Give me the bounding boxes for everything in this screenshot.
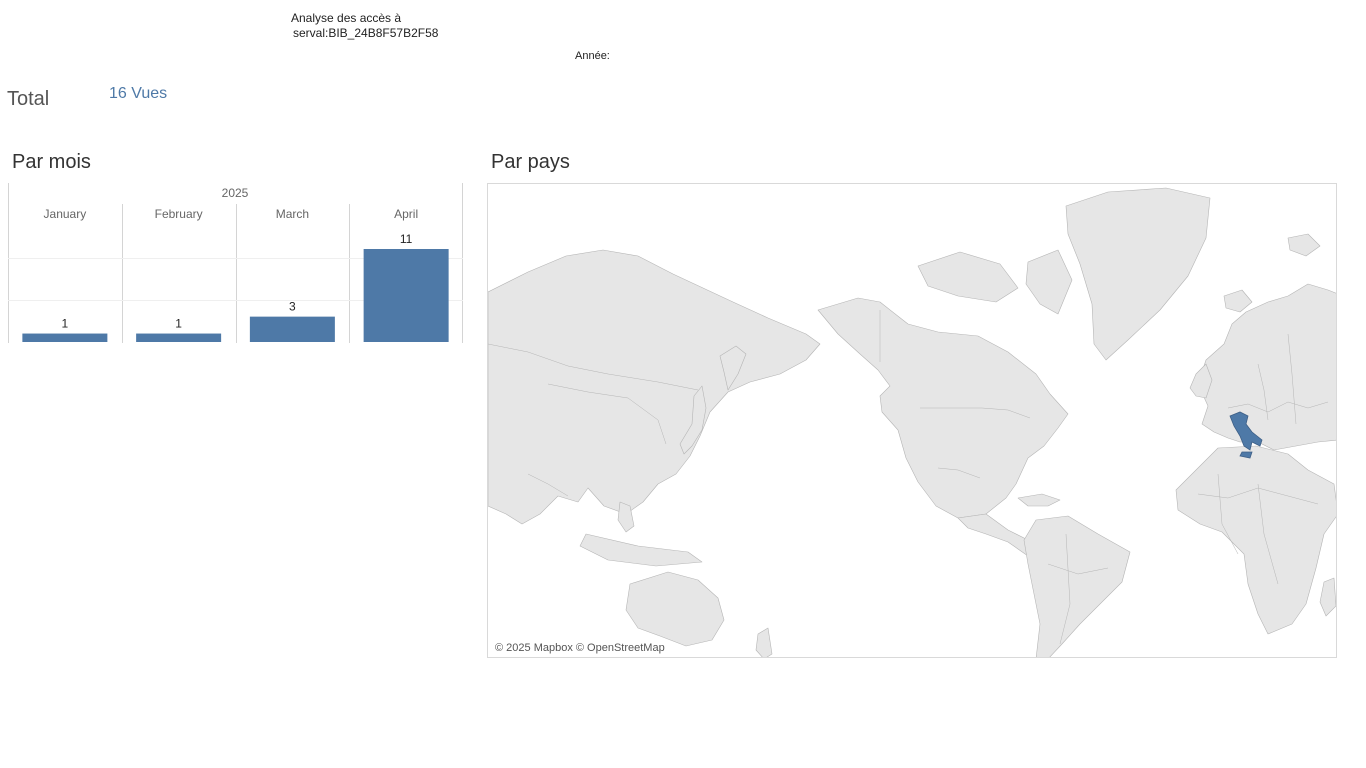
baffin-island xyxy=(1025,249,1073,315)
month-label-march: March xyxy=(276,207,309,221)
bar-april[interactable] xyxy=(363,249,449,342)
south-america-landmass xyxy=(1023,515,1131,657)
monthly-bar-chart: 2025 January 1 February 1 March 3 April 11 xyxy=(8,183,463,343)
bar-february[interactable] xyxy=(136,333,222,342)
year-filter-label[interactable]: Année: xyxy=(575,50,610,62)
country-map[interactable] xyxy=(487,183,1337,658)
total-label: Total xyxy=(7,88,50,110)
map-land-layer xyxy=(488,187,1336,657)
madagascar-island xyxy=(1319,577,1336,617)
section-title-by-country: Par pays xyxy=(491,151,570,173)
month-label-february: February xyxy=(155,207,203,221)
asia-landmass xyxy=(488,249,821,525)
section-title-by-month: Par mois xyxy=(12,151,91,173)
iceland-island xyxy=(1223,289,1253,313)
year-group-label: 2025 xyxy=(222,186,249,200)
svalbard-islands xyxy=(1287,233,1321,257)
bar-january[interactable] xyxy=(22,333,108,342)
canadian-arctic-islands xyxy=(917,251,1019,303)
data-label-march: 3 xyxy=(289,300,296,314)
data-label-april: 11 xyxy=(400,232,413,246)
australia-landmass xyxy=(625,571,725,647)
page-title-line-1: Analyse des accès à xyxy=(291,11,402,25)
new-zealand-islands xyxy=(755,627,773,657)
month-label-january: January xyxy=(44,207,87,221)
caribbean-islands xyxy=(1017,493,1061,507)
total-value: 16 Vues xyxy=(109,85,168,102)
africa-landmass xyxy=(1175,445,1336,635)
bar-march[interactable] xyxy=(249,316,335,342)
map-attribution[interactable]: © 2025 Mapbox © OpenStreetMap xyxy=(495,642,665,654)
data-label-february: 1 xyxy=(175,317,182,331)
europe-landmass xyxy=(1197,283,1336,451)
world-map-svg[interactable] xyxy=(488,184,1337,658)
data-label-january: 1 xyxy=(62,317,69,331)
greenland-landmass xyxy=(1065,187,1211,361)
month-label-april: April xyxy=(394,207,418,221)
bar-chart-marks: January 1 February 1 March 3 April 11 xyxy=(22,207,449,342)
page-title-line-2: serval:BIB_24B8F57B2F58 xyxy=(293,26,439,40)
indonesia-islands xyxy=(579,533,703,567)
